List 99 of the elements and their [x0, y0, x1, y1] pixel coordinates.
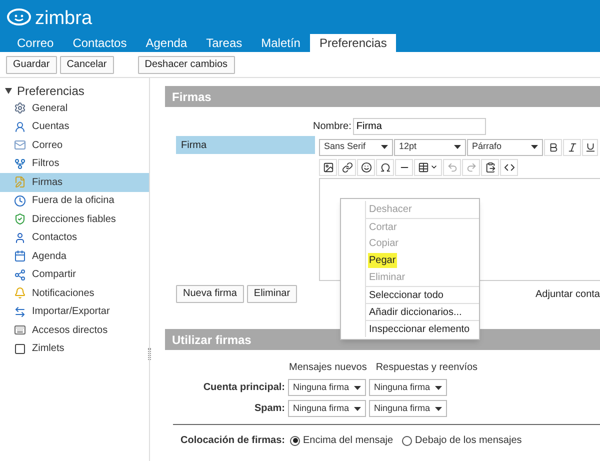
underline-icon	[584, 142, 596, 152]
menu-item[interactable]: Seleccionar todo	[368, 288, 444, 302]
toolbar-button[interactable]: Deshacer cambios	[138, 56, 235, 74]
sidebar-item[interactable]: General	[0, 99, 149, 118]
image-button[interactable]	[319, 158, 337, 176]
sidebar-item[interactable]: Accesos directos	[0, 321, 149, 340]
sidebar-item[interactable]: Agenda	[0, 247, 149, 266]
keyboard-icon	[14, 324, 26, 336]
sidebar-item[interactable]: Firmas	[0, 173, 149, 192]
sidebar-item[interactable]: Notificaciones	[0, 284, 149, 302]
shield-icon	[14, 213, 26, 226]
caret-icon	[435, 386, 442, 390]
resize-handle[interactable]	[148, 348, 151, 360]
radio-label: Encima del mensaje	[303, 434, 394, 448]
nav-tab[interactable]: Agenda	[136, 34, 196, 52]
menu-item[interactable]: Pegar	[368, 253, 397, 268]
radio-button[interactable]	[402, 436, 412, 446]
gear-icon	[14, 102, 26, 114]
underline-button[interactable]	[582, 138, 598, 156]
placement-label: Colocación de firmas:	[180, 434, 285, 448]
signature-button[interactable]: Eliminar	[246, 285, 298, 303]
signature-select[interactable]: Ninguna firma	[369, 379, 447, 396]
signature-select[interactable]: Ninguna firma	[369, 400, 447, 417]
paste-button[interactable]	[481, 158, 499, 176]
source-code-button[interactable]	[500, 158, 518, 176]
nav-tab[interactable]: Correo	[8, 34, 63, 52]
caret-icon	[531, 145, 538, 149]
row-label: Spam:	[253, 402, 285, 416]
sidebar-item[interactable]: Zimlets	[0, 340, 149, 358]
nav-tab[interactable]: Contactos	[64, 34, 136, 52]
emoji-button[interactable]	[357, 158, 375, 176]
share-icon	[14, 268, 26, 281]
size-select[interactable]: 12pt	[394, 138, 466, 156]
clock-icon	[14, 194, 26, 207]
person-icon	[14, 232, 26, 244]
logo-icon	[6, 8, 32, 28]
image-icon	[322, 162, 334, 172]
omega-icon	[380, 162, 390, 172]
sidebar-item[interactable]: Compartir	[0, 266, 149, 284]
radio-label: Debajo de los mensajes	[415, 434, 522, 448]
table-icon	[418, 162, 429, 172]
link-button[interactable]	[338, 158, 356, 176]
font-select[interactable]: Sans Serif	[319, 138, 393, 156]
caret-icon	[435, 406, 442, 410]
table-button[interactable]	[414, 158, 442, 176]
user-icon	[14, 120, 26, 133]
caret-icon	[430, 163, 438, 171]
expanded-triangle-icon[interactable]	[5, 88, 12, 94]
attach-label: Adjuntar conta	[536, 288, 600, 302]
clipboard-icon	[484, 162, 496, 172]
signature-list-item[interactable]: Firma	[176, 136, 315, 154]
column-header: Respuestas y reenvíos	[376, 361, 478, 375]
smiley-icon	[360, 162, 372, 172]
code-icon	[504, 162, 514, 172]
nav-tab[interactable]: Tareas	[197, 34, 252, 52]
caret-icon	[354, 406, 361, 410]
column-header: Mensajes nuevos	[289, 361, 367, 375]
arrows-icon	[14, 306, 26, 318]
sidebar-item[interactable]: Cuentas	[0, 118, 149, 136]
caret-icon	[381, 145, 388, 149]
signature-select[interactable]: Ninguna firma	[288, 400, 366, 417]
link-icon	[342, 162, 352, 172]
sidebar-item[interactable]: Filtros	[0, 154, 149, 173]
sidebar-item[interactable]: Importar/Exportar	[0, 302, 149, 321]
name-label: Nombre:	[313, 120, 352, 134]
toolbar-button[interactable]: Guardar	[6, 56, 57, 74]
redo-icon	[466, 162, 476, 172]
menu-item[interactable]: Añadir diccionarios...	[368, 304, 463, 320]
document-pen-icon	[14, 176, 26, 188]
square-icon	[14, 342, 26, 355]
symbol-button[interactable]	[376, 158, 394, 176]
italic-icon	[566, 142, 578, 152]
caret-icon	[354, 386, 361, 390]
bold-button[interactable]	[544, 138, 562, 156]
filter-icon	[14, 158, 26, 170]
bell-icon	[14, 287, 26, 300]
sidebar-item[interactable]: Fuera de la oficina	[0, 192, 149, 210]
undo-icon	[446, 162, 458, 172]
bold-icon	[548, 142, 558, 152]
format-select[interactable]: Párrafo	[467, 138, 543, 156]
nav-tab[interactable]: Preferencias	[310, 34, 396, 52]
sidebar-item[interactable]: Direcciones fiables	[0, 210, 149, 228]
sidebar-title: Preferencias	[17, 82, 84, 100]
horizontal-line-button[interactable]	[395, 158, 413, 176]
sidebar-item[interactable]: Correo	[0, 136, 149, 154]
signature-button[interactable]: Nueva firma	[176, 285, 244, 303]
radio-button[interactable]	[290, 436, 300, 446]
section-header: Firmas	[165, 86, 600, 107]
italic-button[interactable]	[563, 138, 581, 156]
nav-tab[interactable]: Maletín	[252, 34, 310, 52]
row-label: Cuenta principal:	[202, 381, 285, 395]
name-field[interactable]: Firma	[353, 118, 486, 135]
calendar-icon	[14, 250, 26, 262]
envelope-icon	[14, 139, 26, 152]
caret-icon	[454, 145, 461, 149]
signature-select[interactable]: Ninguna firma	[288, 379, 366, 396]
sidebar-item[interactable]: Contactos	[0, 228, 149, 247]
toolbar-button[interactable]: Cancelar	[60, 56, 114, 74]
app-logo-text: zimbra	[35, 8, 92, 28]
